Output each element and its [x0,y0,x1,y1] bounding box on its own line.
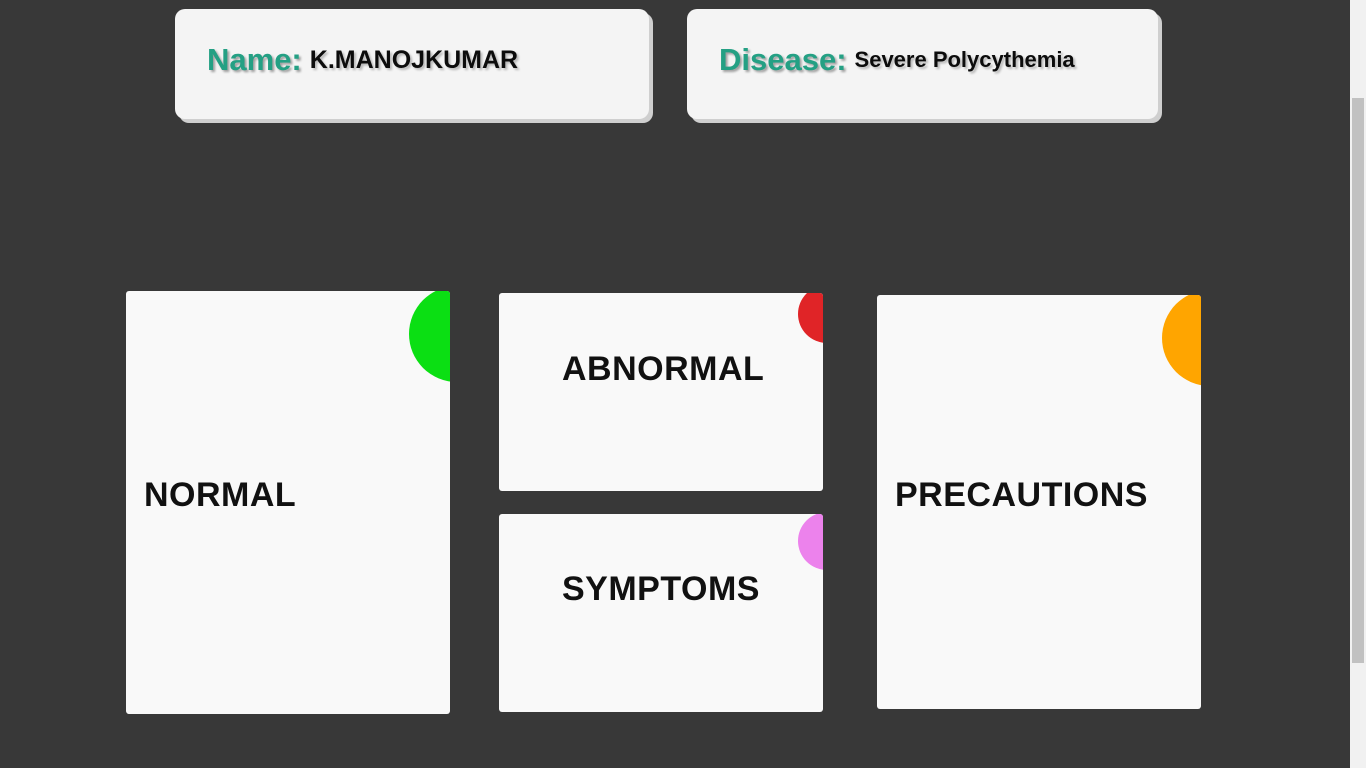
precautions-card[interactable]: PRECAUTIONS [877,295,1201,709]
normal-card-title: NORMAL [144,476,297,514]
name-label: Name: [207,42,302,77]
name-value: K.MANOJKUMAR [309,45,519,74]
symptoms-card-title: SYMPTOMS [562,570,760,608]
precautions-card-title: PRECAUTIONS [895,476,1148,514]
normal-card[interactable]: NORMAL [126,291,450,714]
red-corner-circle [798,293,823,343]
abnormal-card-title: ABNORMAL [562,350,765,388]
disease-value: Severe Polycythemia [854,47,1075,72]
page: Name: K.MANOJKUMAR Disease: Severe Polyc… [0,0,1366,768]
patient-name-box: Name: K.MANOJKUMAR [175,9,649,119]
orange-corner-circle [1162,295,1201,386]
patient-disease-box: Disease: Severe Polycythemia [687,9,1158,119]
scrollbar-thumb[interactable] [1352,98,1364,663]
scrollbar[interactable] [1350,0,1366,768]
disease-label: Disease: [719,42,847,77]
green-corner-circle [409,291,450,382]
symptoms-card[interactable]: SYMPTOMS [499,514,823,712]
pink-corner-circle [798,514,823,570]
abnormal-card[interactable]: ABNORMAL [499,293,823,491]
